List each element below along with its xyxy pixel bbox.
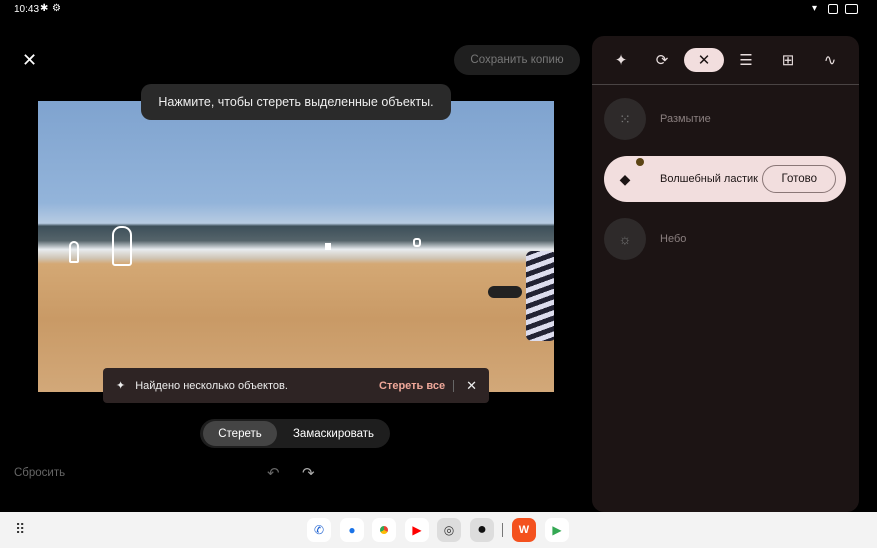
detected-object[interactable] [413, 238, 421, 247]
battery-icon [845, 4, 858, 14]
snackbar-message: Найдено несколько объектов. [135, 379, 288, 392]
redo-icon[interactable]: ↷ [302, 464, 315, 482]
clock: 10:43 [14, 4, 40, 15]
tool-sky[interactable]: ☼ Небо [604, 216, 846, 262]
add-frame-icon[interactable]: ⊞ [768, 48, 808, 72]
phone-app-icon[interactable]: ✆ [307, 518, 331, 542]
done-button[interactable]: Готово [762, 165, 836, 193]
blur-icon: ⁙ [604, 98, 646, 140]
camouflage-option[interactable]: Замаскировать [277, 428, 390, 440]
detected-object[interactable] [69, 241, 79, 263]
snackbar: ✦ Найдено несколько объектов. Стереть вс… [103, 368, 489, 403]
tool-magic-eraser[interactable]: ◆ Волшебный ластик Готово [604, 156, 846, 202]
bluetooth-icon: ✱ [40, 3, 49, 14]
tooltip: Нажмите, чтобы стереть выделенные объект… [141, 84, 451, 120]
crop-rotate-icon[interactable]: ⟳ [642, 48, 682, 72]
tools-panel: ✦ ⟳ ✕ ☰ ⊞ ∿ ⁙ Размытие ◆ Волшебный ласти… [592, 36, 859, 512]
sky-icon: ☼ [604, 218, 646, 260]
undo-icon[interactable]: ↶ [267, 464, 280, 482]
markup-icon[interactable]: ∿ [810, 48, 850, 72]
erase-option[interactable]: Стереть [203, 421, 277, 446]
save-copy-button[interactable]: Сохранить копию [454, 45, 580, 75]
taskbar: ⠿ ✆ ● ▶ ◎ ● W ▶ [0, 512, 877, 548]
messages-app-icon[interactable]: ● [340, 518, 364, 542]
wifi-icon: ▾ [812, 3, 818, 14]
sliders-icon[interactable]: ☰ [726, 48, 766, 72]
sparkle-icon[interactable]: ✦ [601, 48, 641, 72]
beach-bag [526, 251, 554, 341]
play-store-app-icon[interactable]: ▶ [545, 518, 569, 542]
settings-icon: ⚙ [52, 3, 61, 14]
divider [502, 523, 503, 537]
status-bar: 10:43 ✱ ⚙ ▾ [0, 0, 877, 20]
detected-object[interactable] [325, 243, 331, 250]
reset-button[interactable]: Сбросить [14, 467, 65, 479]
divider [592, 84, 859, 85]
wps-office-app-icon[interactable]: W [512, 518, 536, 542]
close-icon[interactable]: ✕ [466, 378, 477, 394]
sparkle-icon: ✦ [116, 380, 126, 392]
chrome-app-icon[interactable] [372, 518, 396, 542]
mode-toggle: Стереть Замаскировать [200, 419, 390, 448]
settings-app-icon[interactable]: ◎ [437, 518, 461, 542]
tool-label: Волшебный ластик [660, 173, 758, 185]
tools-icon[interactable]: ✕ [684, 48, 724, 72]
shoes [488, 286, 522, 298]
close-icon[interactable]: ✕ [22, 50, 37, 71]
detected-object[interactable] [112, 226, 132, 266]
tool-label: Размытие [660, 113, 711, 125]
photo-canvas[interactable] [38, 101, 554, 392]
erase-all-button[interactable]: Стереть все [379, 379, 455, 392]
sim-icon [828, 4, 838, 14]
tool-label: Небо [660, 233, 687, 245]
indicator-dot [636, 158, 644, 166]
tool-blur[interactable]: ⁙ Размытие [604, 96, 846, 142]
camera-app-icon[interactable]: ● [470, 518, 494, 542]
apps-grid-icon[interactable]: ⠿ [15, 521, 25, 538]
youtube-app-icon[interactable]: ▶ [405, 518, 429, 542]
